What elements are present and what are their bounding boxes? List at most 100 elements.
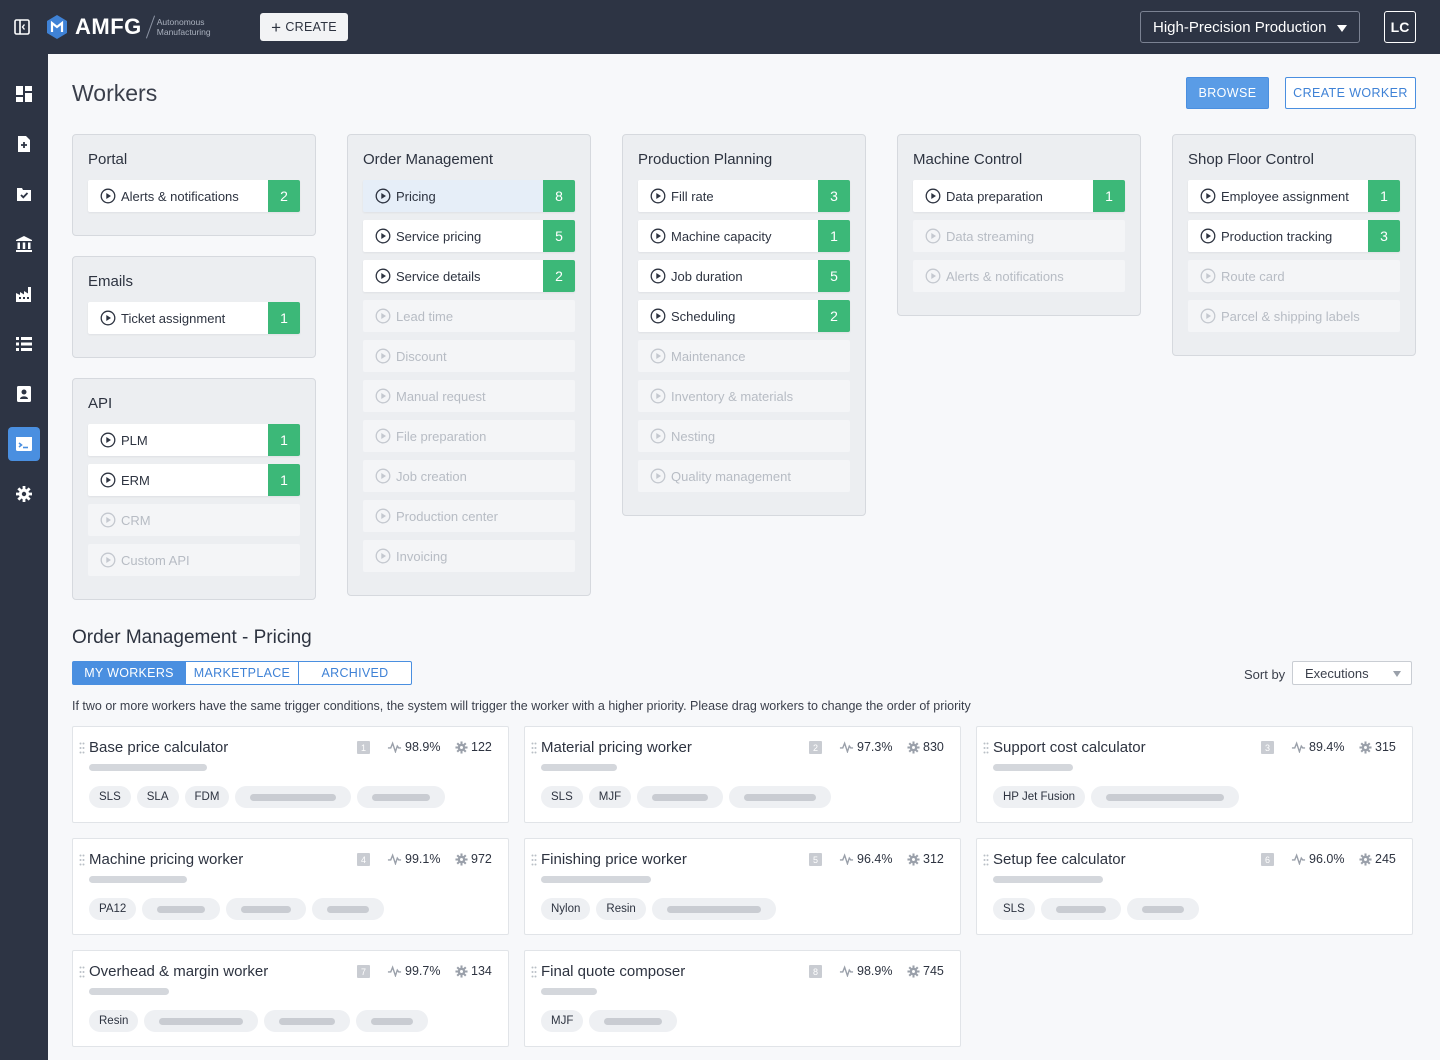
- nav-dashboard[interactable]: [8, 77, 40, 111]
- trigger-alerts-and-notifications[interactable]: Alerts & notifications: [913, 260, 1125, 292]
- trigger-data-preparation[interactable]: Data preparation 1: [913, 180, 1125, 212]
- trigger-route-card[interactable]: Route card: [1188, 260, 1400, 292]
- pulse-icon: [1291, 853, 1309, 865]
- trigger-job-creation[interactable]: Job creation: [363, 460, 575, 492]
- trigger-service-pricing[interactable]: Service pricing 5: [363, 220, 575, 252]
- group-production-planning: Production Planning Fill rate 3 Machine cap…: [622, 134, 866, 516]
- worker-card[interactable]: Machine pricing worker 4 99.1% 972 PA12: [72, 838, 509, 935]
- trigger-maintenance[interactable]: Maintenance: [638, 340, 850, 372]
- worker-name[interactable]: Base price calculator: [89, 739, 228, 756]
- success-rate-value: 96.0%: [1309, 852, 1345, 866]
- nav-new-request[interactable]: [8, 127, 40, 161]
- trigger-lead-time[interactable]: Lead time: [363, 300, 575, 332]
- browse-button[interactable]: BROWSE: [1186, 77, 1269, 109]
- trigger-custom-api[interactable]: Custom API: [88, 544, 300, 576]
- drag-handle-icon[interactable]: [79, 853, 85, 866]
- trigger-production-center[interactable]: Production center: [363, 500, 575, 532]
- worker-name[interactable]: Setup fee calculator: [993, 851, 1126, 868]
- worker-name[interactable]: Final quote composer: [541, 963, 685, 980]
- trigger-alerts-and-notifications[interactable]: Alerts & notifications 2: [88, 180, 300, 212]
- workspace-select[interactable]: High-Precision Production: [1140, 11, 1360, 43]
- trigger-label: Service details: [396, 268, 481, 284]
- executions-value: 134: [471, 964, 492, 978]
- nav-production[interactable]: [8, 277, 40, 311]
- worker-card[interactable]: Setup fee calculator 6 96.0% 245 SLS: [976, 838, 1413, 935]
- nav-list[interactable]: [8, 327, 40, 361]
- trigger-service-details[interactable]: Service details 2: [363, 260, 575, 292]
- trigger-count-badge: 1: [268, 464, 300, 496]
- drag-handle-icon[interactable]: [531, 965, 537, 978]
- trigger-count-badge: 2: [818, 300, 850, 332]
- create-button[interactable]: + CREATE: [260, 13, 348, 41]
- success-rate-value: 97.3%: [857, 740, 893, 754]
- group-title: Shop Floor Control: [1188, 151, 1314, 168]
- nav-settings[interactable]: [8, 477, 40, 511]
- tab-my-workers[interactable]: MY WORKERS: [72, 661, 186, 685]
- trigger-pricing[interactable]: Pricing 8: [363, 180, 575, 212]
- trigger-crm[interactable]: CRM: [88, 504, 300, 536]
- success-rate-value: 98.9%: [857, 964, 893, 978]
- trigger-quality-management[interactable]: Quality management: [638, 460, 850, 492]
- tab-marketplace[interactable]: MARKETPLACE: [186, 661, 299, 685]
- trigger-file-preparation[interactable]: File preparation: [363, 420, 575, 452]
- worker-name[interactable]: Material pricing worker: [541, 739, 692, 756]
- success-rate: 99.1%: [387, 852, 440, 866]
- trigger-manual-request[interactable]: Manual request: [363, 380, 575, 412]
- nav-workers[interactable]: [8, 427, 40, 461]
- worker-name[interactable]: Finishing price worker: [541, 851, 687, 868]
- trigger-employee-assignment[interactable]: Employee assignment 1: [1188, 180, 1400, 212]
- executions-value: 122: [471, 740, 492, 754]
- trigger-invoicing[interactable]: Invoicing: [363, 540, 575, 572]
- drag-handle-icon[interactable]: [531, 853, 537, 866]
- drag-handle-icon[interactable]: [79, 741, 85, 754]
- logo-subtitle: Autonomous Manufacturing: [156, 17, 211, 37]
- tag-chip: SLS: [993, 898, 1035, 920]
- trigger-job-duration[interactable]: Job duration 5: [638, 260, 850, 292]
- play-circle-icon: [638, 428, 671, 444]
- section-title: Order Management - Pricing: [72, 627, 312, 648]
- nav-contacts[interactable]: [8, 377, 40, 411]
- trigger-plm[interactable]: PLM 1: [88, 424, 300, 456]
- sidebar-toggle-icon[interactable]: [13, 18, 31, 36]
- nav-inbox[interactable]: [8, 177, 40, 211]
- pulse-icon: [839, 741, 857, 753]
- logo-text: AMFG: [75, 14, 142, 39]
- tag-chip: Nylon: [541, 898, 591, 920]
- drag-handle-icon[interactable]: [983, 853, 989, 866]
- trigger-count-badge: 1: [268, 424, 300, 456]
- drag-handle-icon[interactable]: [79, 965, 85, 978]
- worker-name[interactable]: Support cost calculator: [993, 739, 1146, 756]
- tag-chip: HP Jet Fusion: [993, 786, 1086, 808]
- trigger-fill-rate[interactable]: Fill rate 3: [638, 180, 850, 212]
- amfg-logo[interactable]: AMFG Autonomous Manufacturing: [46, 13, 211, 41]
- trigger-erm[interactable]: ERM 1: [88, 464, 300, 496]
- worker-name[interactable]: Machine pricing worker: [89, 851, 243, 868]
- create-worker-button[interactable]: CREATE WORKER: [1285, 77, 1416, 109]
- trigger-parcel-and-shipping-labels[interactable]: Parcel & shipping labels: [1188, 300, 1400, 332]
- trigger-inventory-and-materials[interactable]: Inventory & materials: [638, 380, 850, 412]
- trigger-machine-capacity[interactable]: Machine capacity 1: [638, 220, 850, 252]
- trigger-nesting[interactable]: Nesting: [638, 420, 850, 452]
- play-circle-icon: [363, 468, 396, 484]
- worker-card[interactable]: Finishing price worker 5 96.4% 312 Nylon Resi…: [524, 838, 961, 935]
- worker-card[interactable]: Base price calculator 1 98.9% 122 SLS SLA FDM: [72, 726, 509, 823]
- worker-card[interactable]: Material pricing worker 2 97.3% 830 SLS MJF: [524, 726, 961, 823]
- worker-card[interactable]: Overhead & margin worker 7 99.7% 134 Resin: [72, 950, 509, 1047]
- tab-archived[interactable]: ARCHIVED: [299, 661, 412, 685]
- worker-card[interactable]: Final quote composer 8 98.9% 745 MJF: [524, 950, 961, 1047]
- play-circle-icon: [88, 310, 121, 326]
- worker-card[interactable]: Support cost calculator 3 89.4% 315 HP Jet F…: [976, 726, 1413, 823]
- drag-handle-icon[interactable]: [983, 741, 989, 754]
- trigger-discount[interactable]: Discount: [363, 340, 575, 372]
- play-circle-icon: [913, 228, 946, 244]
- trigger-data-streaming[interactable]: Data streaming: [913, 220, 1125, 252]
- trigger-production-tracking[interactable]: Production tracking 3: [1188, 220, 1400, 252]
- sort-select[interactable]: Executions: [1292, 661, 1412, 685]
- tag-placeholder: [142, 898, 221, 920]
- worker-name[interactable]: Overhead & margin worker: [89, 963, 268, 980]
- trigger-scheduling[interactable]: Scheduling 2: [638, 300, 850, 332]
- trigger-ticket-assignment[interactable]: Ticket assignment 1: [88, 302, 300, 334]
- user-avatar[interactable]: LC: [1384, 11, 1416, 43]
- nav-bank[interactable]: [8, 227, 40, 261]
- drag-handle-icon[interactable]: [531, 741, 537, 754]
